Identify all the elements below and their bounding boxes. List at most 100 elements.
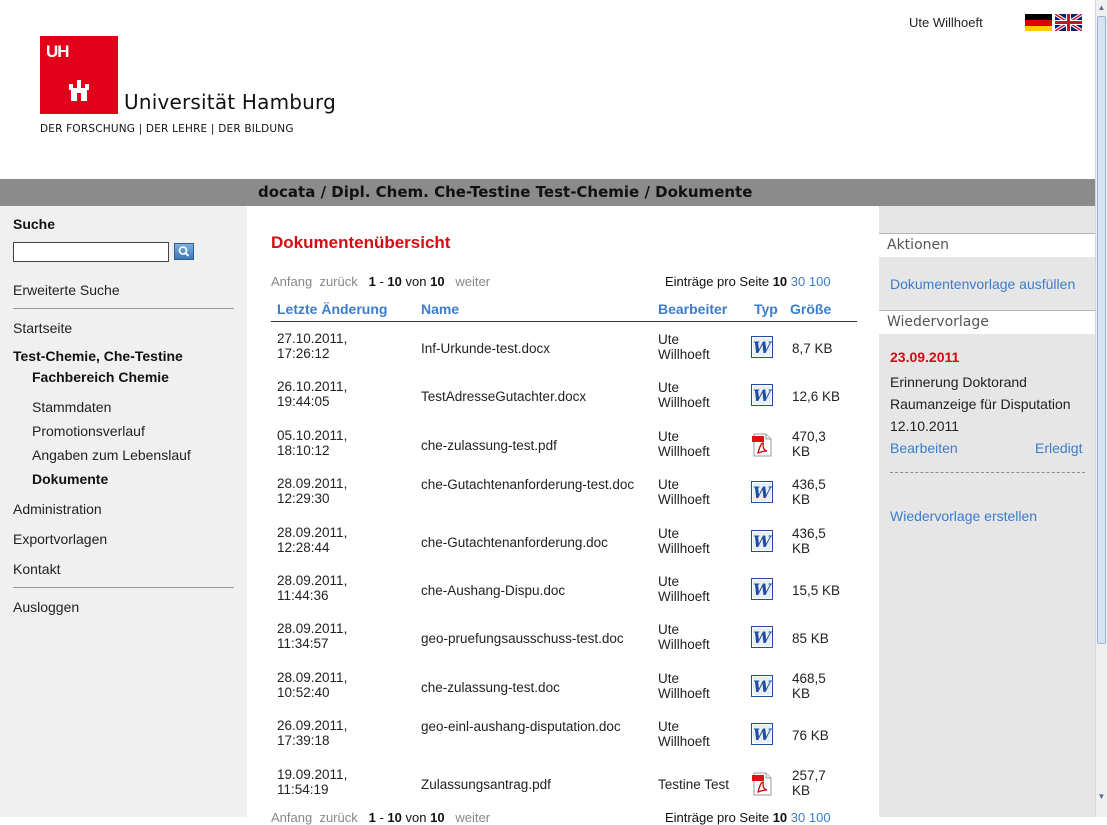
per-page-option-100[interactable]: 100: [809, 810, 831, 825]
column-header-editor[interactable]: Bearbeiter: [658, 301, 727, 317]
sidebar-item-administration[interactable]: Administration: [13, 501, 102, 517]
fill-template-link[interactable]: Dokumentenvorlage ausfüllen: [890, 276, 1075, 292]
scroll-down-icon[interactable]: ▼: [1097, 792, 1106, 801]
pager-dash: -: [379, 810, 384, 825]
search-input[interactable]: [13, 242, 169, 262]
document-name-link[interactable]: Inf-Urkunde-test.docx: [421, 341, 646, 356]
cell-time: 12:29:30: [277, 491, 330, 506]
document-name-link[interactable]: che-Gutachtenanforderung.doc: [421, 535, 646, 550]
column-header-last-modified[interactable]: Letzte Änderung: [277, 301, 387, 317]
document-name-link[interactable]: che-zulassung-test.doc: [421, 680, 646, 695]
sidebar-item-lebenslauf[interactable]: Angaben zum Lebenslauf: [32, 447, 191, 463]
svg-text:W: W: [753, 532, 773, 551]
sidebar-item-kontakt[interactable]: Kontakt: [13, 561, 60, 577]
file-size: 8,7 KB: [792, 341, 833, 356]
pager-first-link[interactable]: Anfang: [271, 810, 312, 825]
word-icon[interactable]: W: [751, 578, 773, 600]
column-header-size[interactable]: Größe: [790, 301, 831, 317]
create-resubmission-link[interactable]: Wiedervorlage erstellen: [890, 508, 1037, 524]
document-name-link[interactable]: che-Gutachtenanforderung-test.doc: [421, 477, 646, 492]
logout-link[interactable]: Ausloggen: [13, 599, 79, 615]
mark-done-link[interactable]: Erledigt: [1035, 440, 1082, 456]
sidebar-item-exportvorlagen[interactable]: Exportvorlagen: [13, 531, 107, 547]
file-size: 468,5: [792, 671, 826, 686]
advanced-search-link[interactable]: Erweiterte Suche: [13, 282, 120, 298]
word-icon[interactable]: W: [751, 723, 773, 745]
search-label: Suche: [13, 216, 56, 232]
word-icon[interactable]: W: [751, 530, 773, 552]
pager-range-start: 1: [368, 810, 376, 825]
file-size-unit: KB: [792, 444, 811, 459]
sidebar-item-stammdaten[interactable]: Stammdaten: [32, 399, 111, 415]
per-page-selector: Einträge pro Seite 10 30 100: [665, 274, 831, 289]
editor-last-name: Willhoeft: [658, 589, 710, 604]
scrollbar-thumb[interactable]: [1097, 16, 1106, 644]
file-size: 436,5: [792, 526, 826, 541]
pager-first-link[interactable]: Anfang: [271, 274, 312, 289]
document-name-link[interactable]: TestAdresseGutachter.docx: [421, 389, 646, 404]
editor-last-name: Willhoeft: [658, 444, 710, 459]
editor-last-name: Willhoeft: [658, 492, 710, 507]
editor-last-name: Willhoeft: [658, 395, 710, 410]
per-page-option-30[interactable]: 30: [791, 810, 805, 825]
document-name-link[interactable]: geo-pruefungsausschuss-test.doc: [421, 631, 646, 646]
cell-date: 28.09.2011,: [277, 525, 348, 540]
cell-date: 05.10.2011,: [277, 428, 348, 443]
pager-total: 10: [430, 274, 445, 289]
pager-range-start: 1: [368, 274, 376, 289]
editor-first-name: Ute: [658, 477, 680, 492]
scroll-up-icon[interactable]: ▲: [1097, 3, 1106, 12]
per-page-current: 10: [772, 274, 788, 289]
university-logo[interactable]: UH: [40, 36, 118, 114]
cell-time: 17:39:18: [277, 733, 330, 748]
german-flag-icon[interactable]: [1025, 14, 1052, 31]
word-icon[interactable]: W: [751, 481, 773, 503]
document-name-link[interactable]: Zulassungsantrag.pdf: [421, 777, 646, 792]
document-name-link[interactable]: che-Aushang-Dispu.doc: [421, 583, 646, 598]
current-user: Ute Willhoeft: [909, 15, 983, 30]
document-name-link[interactable]: che-zulassung-test.pdf: [421, 438, 646, 453]
university-tagline: DER FORSCHUNG | DER LEHRE | DER BILDUNG: [40, 123, 294, 135]
cell-date: 28.09.2011,: [277, 573, 348, 588]
pager-back-link[interactable]: zurück: [319, 274, 357, 289]
cell-date: 27.10.2011,: [277, 331, 348, 346]
document-name-link[interactable]: geo-einl-aushang-disputation.doc: [421, 719, 646, 734]
pager-next-link[interactable]: weiter: [455, 810, 490, 825]
word-icon[interactable]: W: [751, 336, 773, 358]
pagination-bottom: Anfang zurück 1 - 10 von 10 weiter: [271, 810, 490, 825]
edit-resubmission-link[interactable]: Bearbeiten: [890, 440, 958, 456]
pdf-icon[interactable]: [751, 433, 773, 457]
pager-back-link[interactable]: zurück: [319, 810, 357, 825]
pdf-icon[interactable]: [751, 772, 773, 796]
per-page-option-100[interactable]: 100: [809, 274, 831, 289]
word-icon[interactable]: W: [751, 384, 773, 406]
pager-next-link[interactable]: weiter: [455, 274, 490, 289]
column-header-type[interactable]: Typ: [754, 301, 778, 317]
uk-flag-icon[interactable]: [1055, 14, 1082, 31]
cell-time: 17:26:12: [277, 346, 330, 361]
cell-date: 28.09.2011,: [277, 476, 348, 491]
sidebar-item-promotionsverlauf[interactable]: Promotionsverlauf: [32, 423, 145, 439]
sidebar-person-name[interactable]: Test-Chemie, Che-Testine: [13, 348, 183, 364]
editor-first-name: Ute: [658, 574, 680, 589]
reminder-description: Raumanzeige für Disputation: [890, 396, 1071, 412]
editor-first-name: Ute: [658, 332, 680, 347]
sidebar-divider: [13, 308, 234, 309]
file-size: 12,6 KB: [792, 389, 841, 404]
word-icon[interactable]: W: [751, 675, 773, 697]
sidebar-item-dokumente[interactable]: Dokumente: [32, 471, 108, 487]
resubmission-divider: [890, 472, 1085, 473]
svg-text:W: W: [753, 725, 773, 744]
sidebar-department: Fachbereich Chemie: [32, 369, 169, 385]
editor-last-name: Willhoeft: [658, 541, 710, 556]
word-icon[interactable]: W: [751, 626, 773, 648]
sidebar-item-start[interactable]: Startseite: [13, 320, 72, 336]
sidebar-divider: [13, 587, 234, 588]
column-header-name[interactable]: Name: [421, 301, 459, 317]
search-button[interactable]: [174, 243, 194, 260]
pager-of: von: [405, 810, 427, 825]
cell-time: 18:10:12: [277, 443, 330, 458]
editor-first-name: Ute: [658, 719, 680, 734]
cell-time: 10:52:40: [277, 685, 330, 700]
per-page-option-30[interactable]: 30: [791, 274, 805, 289]
